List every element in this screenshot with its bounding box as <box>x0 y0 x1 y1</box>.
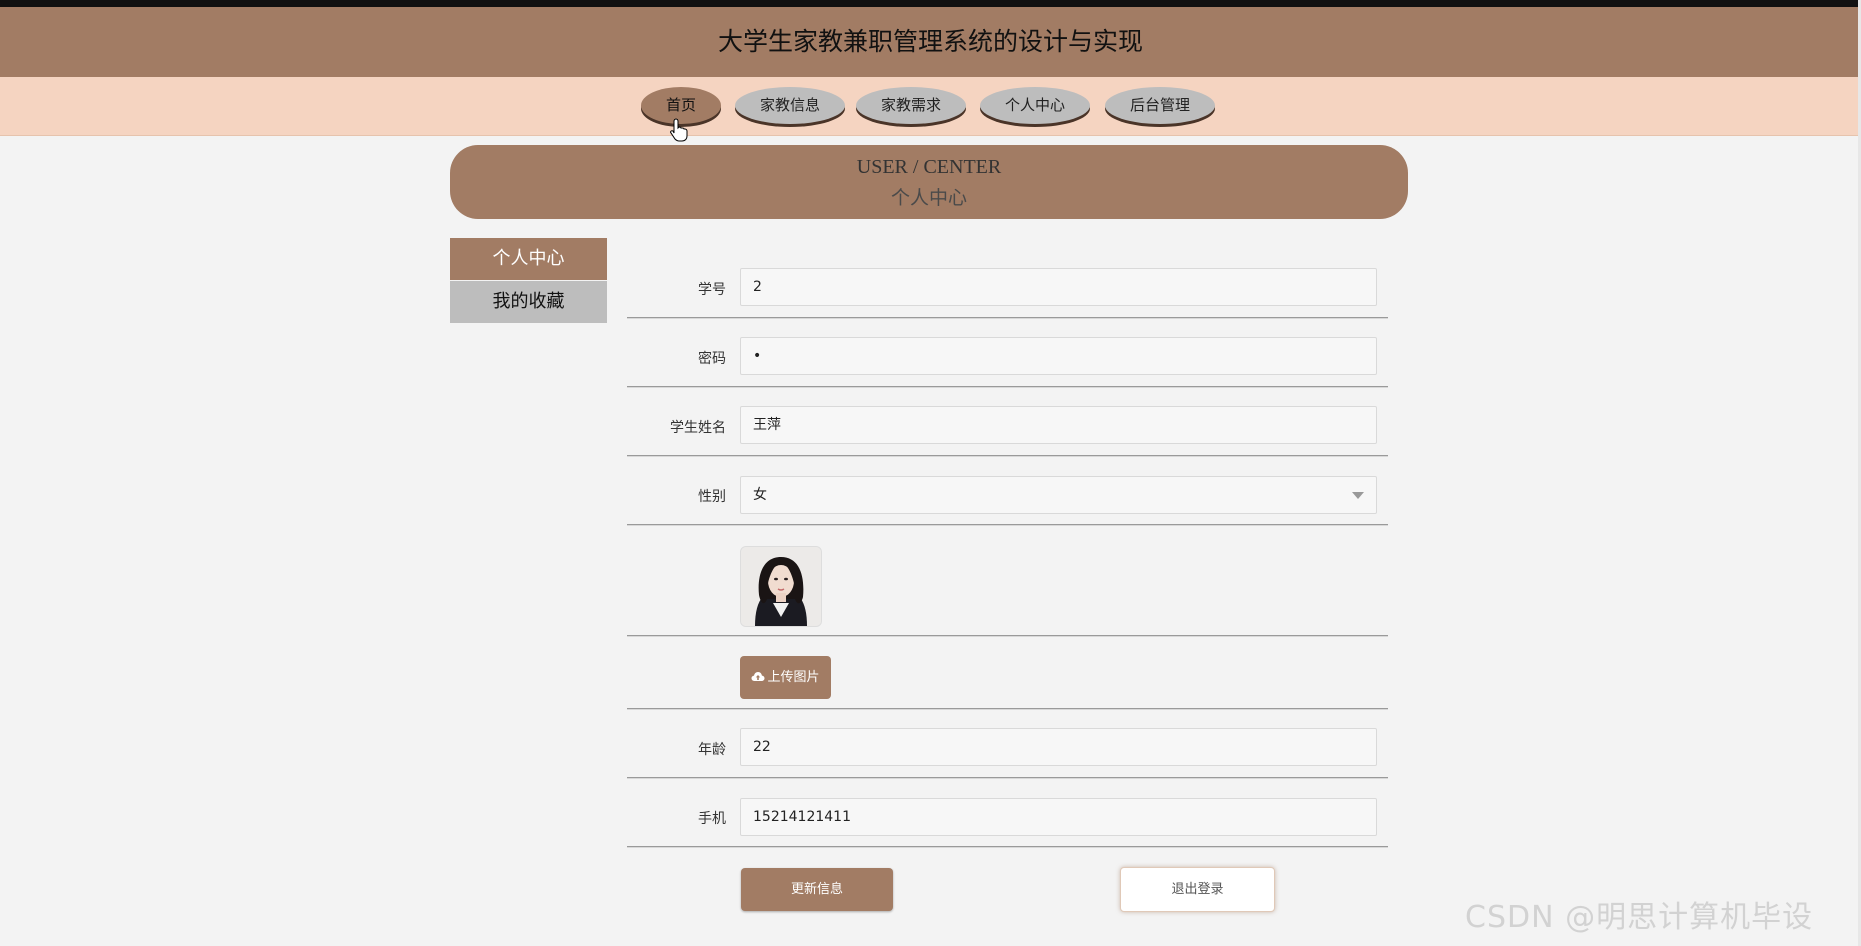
nav-user-center[interactable]: 个人中心 <box>980 87 1090 124</box>
phone-input[interactable]: 15214121411 <box>740 798 1377 836</box>
chevron-down-icon <box>1352 492 1364 499</box>
sidebar-item-user-center[interactable]: 个人中心 <box>450 238 607 280</box>
banner-title-cn: 个人中心 <box>890 188 967 209</box>
age-label: 年龄 <box>698 742 726 758</box>
hand-cursor-icon <box>670 118 688 142</box>
student-name-input[interactable]: 王萍 <box>740 406 1377 444</box>
student-id-label: 学号 <box>698 282 726 298</box>
password-label: 密码 <box>698 351 726 367</box>
nav-tutor-demand[interactable]: 家教需求 <box>856 87 966 124</box>
top-border <box>0 0 1861 7</box>
banner-title-en: USER / CENTER <box>856 156 1002 178</box>
portrait-image <box>741 547 821 626</box>
gender-select[interactable]: 女 <box>740 476 1377 514</box>
site-header: 大学生家教兼职管理系统的设计与实现 <box>0 7 1861 77</box>
form-row-student-id: 学号 2 <box>627 258 1388 318</box>
form-row-password: 密码 • <box>627 327 1388 387</box>
form-row-gender: 性别 女 <box>627 465 1388 525</box>
csdn-watermark: CSDN @明思计算机毕设 <box>1465 900 1814 935</box>
password-input[interactable]: • <box>740 337 1377 375</box>
student-id-input[interactable]: 2 <box>740 268 1377 306</box>
update-info-button[interactable]: 更新信息 <box>741 868 893 911</box>
site-title: 大学生家教兼职管理系统的设计与实现 <box>717 27 1143 56</box>
gender-selected-value: 女 <box>753 487 767 503</box>
student-photo <box>740 546 822 627</box>
form-row-student-name: 学生姓名 王萍 <box>627 396 1388 456</box>
gender-label: 性别 <box>698 489 726 505</box>
logout-button[interactable]: 退出登录 <box>1120 867 1275 912</box>
phone-label: 手机 <box>698 811 726 827</box>
upload-image-button[interactable]: 上传图片 <box>740 656 831 699</box>
nav-tutor-info[interactable]: 家教信息 <box>735 87 845 124</box>
sidebar-item-favorites[interactable]: 我的收藏 <box>450 281 607 323</box>
main-nav: 首页 家教信息 家教需求 个人中心 后台管理 <box>0 77 1861 136</box>
form-row-phone: 手机 15214121411 <box>627 787 1388 847</box>
nav-admin[interactable]: 后台管理 <box>1105 87 1215 124</box>
upload-image-label: 上传图片 <box>767 670 820 685</box>
student-name-label: 学生姓名 <box>670 420 726 436</box>
age-input[interactable]: 22 <box>740 728 1377 766</box>
page-banner: USER / CENTER 个人中心 <box>450 145 1408 219</box>
cloud-upload-icon <box>751 672 765 681</box>
form-row-age: 年龄 22 <box>627 718 1388 778</box>
